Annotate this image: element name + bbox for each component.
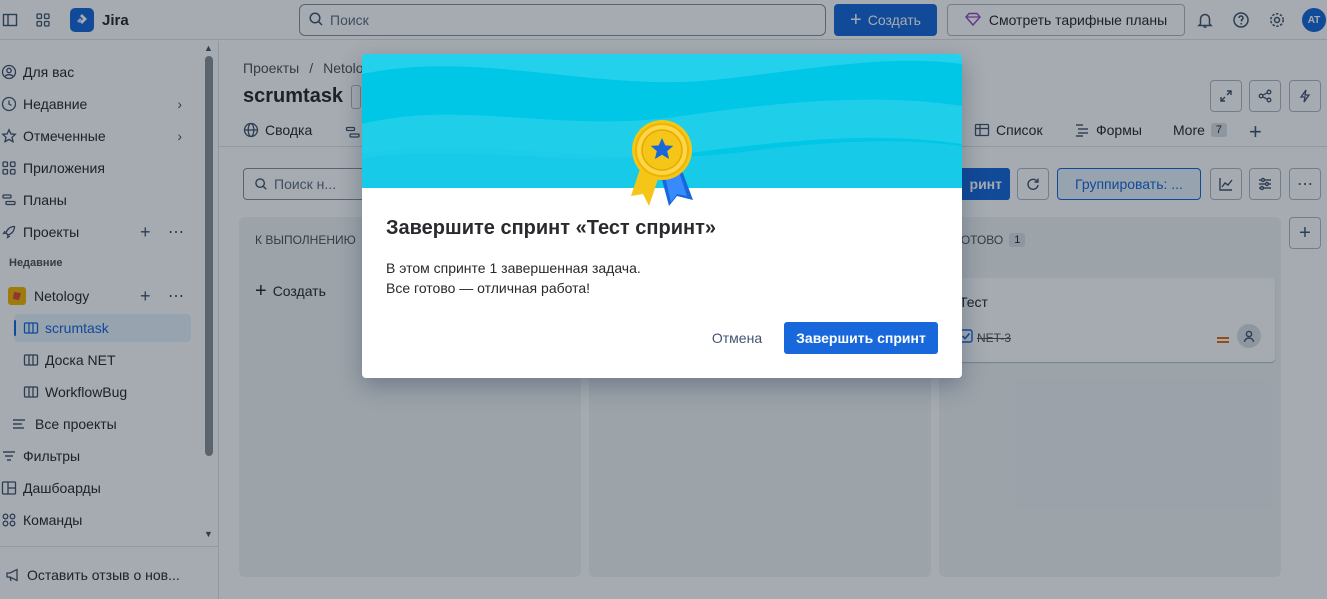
complete-sprint-confirm-button[interactable]: Завершить спринт <box>784 322 938 354</box>
complete-sprint-dialog: Завершите спринт «Тест спринт» В этом сп… <box>362 54 962 378</box>
cancel-button[interactable]: Отмена <box>702 322 772 354</box>
dialog-body: В этом спринте 1 завершенная задача. Все… <box>386 258 641 298</box>
award-medal-icon <box>625 118 699 215</box>
dialog-body-line: Все готово — отличная работа! <box>386 280 591 296</box>
dialog-title: Завершите спринт «Тест спринт» <box>386 217 716 239</box>
dialog-body-line: В этом спринте 1 завершенная задача. <box>386 260 641 276</box>
